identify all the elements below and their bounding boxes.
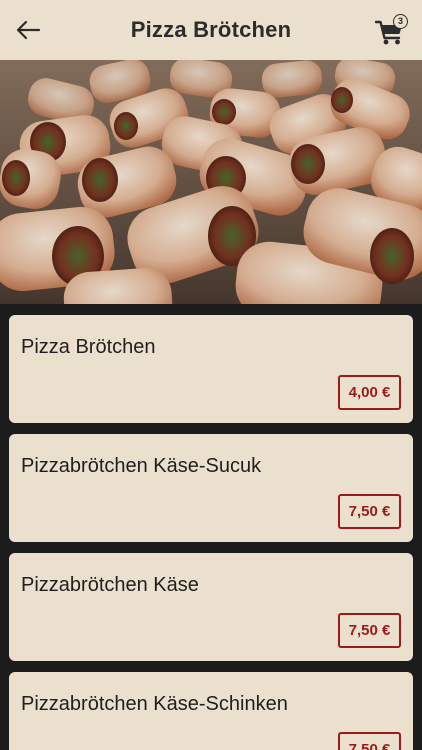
- product-card[interactable]: Pizzabrötchen Käse 7,50 €: [9, 553, 413, 661]
- pizza-rolls-photo: [0, 60, 422, 304]
- product-name: Pizzabrötchen Käse: [21, 574, 199, 596]
- price-button[interactable]: 7,50 €: [338, 613, 401, 648]
- category-hero-image: [0, 60, 422, 304]
- cart-count-badge: 3: [393, 14, 408, 29]
- cart-button[interactable]: 3: [374, 13, 408, 47]
- product-card[interactable]: Pizzabrötchen Käse-Sucuk 7,50 €: [9, 434, 413, 542]
- arrow-left-icon: [16, 20, 41, 40]
- product-card[interactable]: Pizzabrötchen Käse-Schinken 7,50 €: [9, 672, 413, 750]
- product-card[interactable]: Pizza Brötchen 4,00 €: [9, 315, 413, 423]
- app-header: Pizza Brötchen 3: [0, 0, 422, 60]
- price-button[interactable]: 4,00 €: [338, 375, 401, 410]
- product-name: Pizzabrötchen Käse-Schinken: [21, 693, 288, 715]
- price-button[interactable]: 7,50 €: [338, 732, 401, 750]
- product-name: Pizzabrötchen Käse-Sucuk: [21, 455, 262, 477]
- product-list: Pizza Brötchen 4,00 € Pizzabrötchen Käse…: [0, 304, 422, 750]
- back-button[interactable]: [12, 14, 44, 46]
- price-button[interactable]: 7,50 €: [338, 494, 401, 529]
- product-name: Pizza Brötchen: [21, 336, 156, 358]
- page-title: Pizza Brötchen: [130, 17, 292, 42]
